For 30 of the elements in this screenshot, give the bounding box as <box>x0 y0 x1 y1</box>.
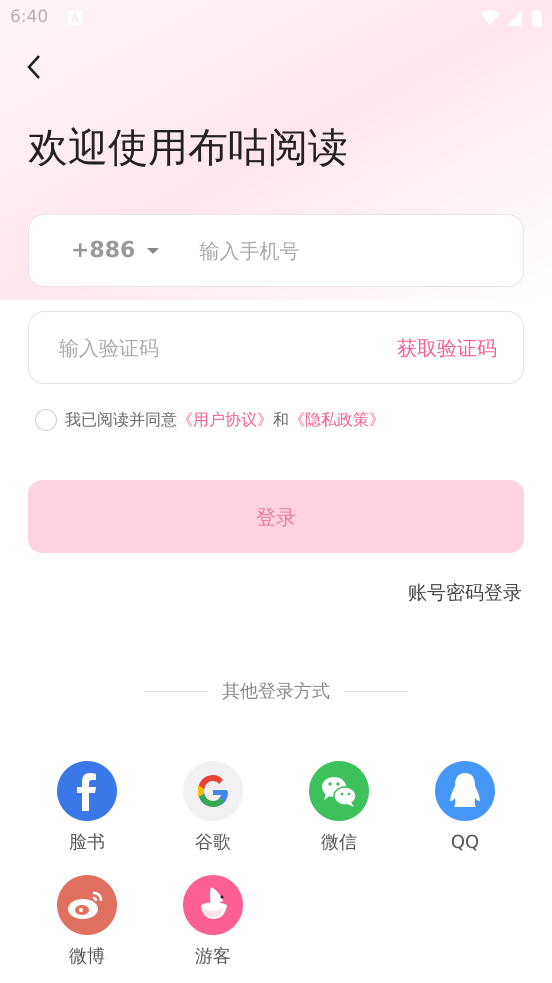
qq-login-button[interactable] <box>435 760 495 820</box>
section-label: 其他登录方式 <box>222 680 330 704</box>
method-label: 游客 <box>195 944 231 968</box>
and-label: 和 <box>273 410 289 429</box>
method-label: 脸书 <box>69 830 105 854</box>
code-field[interactable]: 输入验证码 获取验证码 <box>28 311 524 384</box>
country-code-selector[interactable]: +886 <box>71 234 136 267</box>
phone-field[interactable]: +886 输入手机号 <box>28 214 524 287</box>
google-login-button[interactable] <box>183 760 243 820</box>
caret-icon <box>147 248 160 254</box>
facebook-login-button[interactable] <box>57 760 117 820</box>
page-title: 欢迎使用布咕阅读 <box>28 124 349 172</box>
signal-icon <box>506 10 522 26</box>
agreement-checkbox[interactable] <box>35 409 57 431</box>
privacy-policy-link[interactable]: 《隐私政策》 <box>289 410 385 429</box>
user-agreement-link[interactable]: 《用户协议》 <box>177 410 273 429</box>
wifi-icon <box>480 10 500 26</box>
status-time: 6:40 <box>10 6 48 30</box>
weibo-login-button[interactable] <box>57 874 117 934</box>
wechat-login-button[interactable] <box>309 760 369 820</box>
battery-icon <box>532 9 542 27</box>
guest-login-button[interactable] <box>183 874 243 934</box>
method-label: 谷歌 <box>195 830 231 854</box>
notification-icon <box>68 11 82 25</box>
agreement-label: 我已阅读并同意 <box>65 410 177 429</box>
method-label: 微信 <box>321 830 357 854</box>
password-login-link[interactable]: 账号密码登录 <box>408 579 522 608</box>
get-code-button[interactable]: 获取验证码 <box>397 332 497 362</box>
method-label: 微博 <box>69 944 105 968</box>
method-label: QQ <box>450 830 480 854</box>
